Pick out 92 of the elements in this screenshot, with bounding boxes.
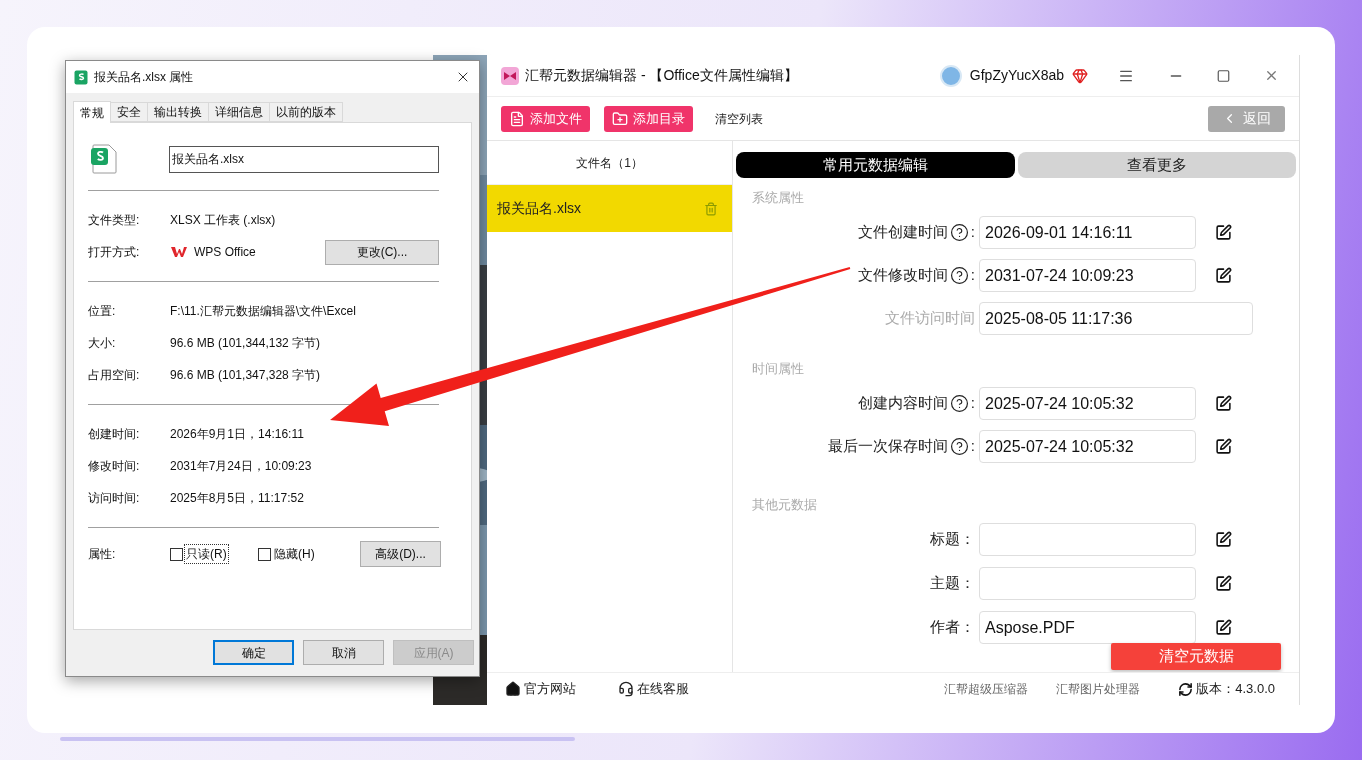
tab[interactable]: 输出转换 — [148, 102, 209, 122]
advanced-button[interactable]: 高级(D)... — [360, 541, 441, 567]
app-logo-icon — [170, 246, 188, 258]
metadata-field[interactable]: 2025-07-24 10:05:32 — [979, 387, 1196, 420]
field-label: 文件修改时间 — [857, 265, 948, 286]
tab[interactable]: 常规 — [73, 101, 111, 123]
user-name[interactable]: GfpZyYucX8ab — [969, 65, 1064, 86]
property-value: WPS Office — [194, 244, 256, 261]
checkbox[interactable] — [258, 547, 271, 561]
property-label: 文件类型: — [88, 212, 141, 229]
property-value: 96.6 MB (101,344,132 字节) — [170, 335, 321, 352]
clear-list-button[interactable]: 清空列表 — [715, 109, 763, 128]
field-label: 最后一次保存时间 — [827, 436, 948, 457]
footer-link[interactable]: 在线客服 — [618, 679, 689, 699]
file-name-field[interactable]: 报关品名.xlsx — [169, 145, 439, 173]
metadata-field[interactable] — [979, 567, 1196, 600]
edit-icon[interactable] — [1215, 531, 1232, 548]
metadata-field[interactable]: 2025-08-05 11:17:36 — [979, 302, 1253, 335]
home-icon — [505, 681, 521, 697]
metadata-field[interactable] — [979, 523, 1196, 556]
field-label: 文件创建时间 — [857, 222, 948, 243]
refresh-icon[interactable] — [1178, 681, 1194, 697]
field-label: 标题： — [930, 529, 975, 550]
edit-icon[interactable] — [1215, 267, 1232, 284]
property-label: 访问时间: — [88, 490, 141, 507]
field-label: 创建内容时间 — [857, 393, 948, 414]
property-label: 属性: — [88, 546, 117, 563]
metadata-field[interactable]: Aspose.PDF — [979, 611, 1196, 644]
product-link[interactable]: 汇帮超级压缩器 — [944, 680, 1029, 698]
file-name: 报关品名.xlsx — [497, 199, 581, 218]
label-colon: : — [970, 222, 975, 243]
property-value: XLSX 工作表 (.xlsx) — [170, 212, 276, 229]
property-label: 大小: — [88, 335, 117, 352]
checkbox-label[interactable]: 隐藏(H) — [272, 544, 317, 564]
tab[interactable]: 常用元数据编辑 — [736, 152, 1015, 178]
edit-icon[interactable] — [1215, 438, 1232, 455]
property-label: 创建时间: — [88, 426, 141, 443]
metadata-field[interactable]: 2026-09-01 14:16:11 — [979, 216, 1196, 249]
help-icon[interactable] — [949, 437, 969, 456]
tab[interactable]: 查看更多 — [1017, 152, 1296, 178]
property-value: 2031年7月24日，10:09:23 — [170, 458, 312, 475]
file-row[interactable]: 报关品名.xlsx — [487, 185, 732, 232]
headset-icon — [618, 681, 634, 697]
toolbar-button[interactable]: 添加文件 — [501, 105, 590, 132]
section-title: 系统属性 — [751, 190, 805, 206]
help-icon[interactable] — [949, 394, 969, 413]
property-value: F:\11.汇帮元数据编辑器\文件\Excel — [170, 303, 356, 320]
section-title: 其他元数据 — [751, 497, 818, 513]
property-label: 打开方式: — [88, 244, 141, 261]
help-icon[interactable] — [949, 266, 969, 285]
spreadsheet-file-icon — [90, 144, 118, 174]
edit-icon[interactable] — [1215, 395, 1232, 412]
app-logo-icon — [501, 66, 519, 85]
maximize-icon[interactable] — [1216, 68, 1231, 83]
window-title: 报关品名.xlsx 属性 — [94, 69, 194, 86]
property-value: 96.6 MB (101,347,328 字节) — [170, 367, 321, 384]
version-text: 版本：4.3.0.0 — [1196, 680, 1275, 699]
property-value: 2026年9月1日，14:16:11 — [170, 426, 304, 443]
edit-icon[interactable] — [1215, 575, 1232, 592]
tab[interactable]: 详细信息 — [209, 102, 270, 122]
property-label: 位置: — [88, 303, 117, 320]
dialog-button[interactable]: 取消 — [303, 640, 384, 665]
section-title: 时间属性 — [751, 361, 805, 377]
window-title: 汇帮元数据编辑器 - 【Office文件属性编辑】 — [525, 66, 798, 85]
change-button[interactable]: 更改(C)... — [325, 239, 439, 265]
field-label: 主题： — [930, 573, 975, 594]
add-folder-icon — [612, 110, 628, 127]
checkbox[interactable] — [170, 547, 183, 561]
field-label: 作者： — [930, 617, 975, 638]
property-value: 2025年8月5日，11:17:52 — [170, 490, 304, 507]
edit-icon[interactable] — [1215, 224, 1232, 241]
checkbox-label[interactable]: 只读(R) — [184, 544, 229, 564]
tab[interactable]: 以前的版本 — [270, 102, 343, 122]
edit-icon[interactable] — [1215, 619, 1232, 636]
property-label: 修改时间: — [88, 458, 141, 475]
label-colon: : — [970, 393, 975, 414]
diamond-icon[interactable] — [1072, 67, 1088, 84]
metadata-field[interactable]: 2025-07-24 10:05:32 — [979, 430, 1196, 463]
product-link[interactable]: 汇帮图片处理器 — [1056, 680, 1141, 698]
metadata-field[interactable]: 2031-07-24 10:09:23 — [979, 259, 1196, 292]
footer-link[interactable]: 官方网站 — [505, 679, 576, 699]
spreadsheet-file-icon — [74, 69, 88, 85]
label-colon: : — [970, 265, 975, 286]
label-colon: : — [970, 436, 975, 457]
property-label: 占用空间: — [88, 367, 141, 384]
tab[interactable]: 安全 — [111, 102, 148, 122]
add-file-icon — [509, 110, 525, 127]
help-icon[interactable] — [949, 223, 969, 242]
dialog-button[interactable]: 确定 — [213, 640, 294, 665]
toolbar-button[interactable]: 添加目录 — [604, 105, 693, 132]
field-label: 文件访问时间 — [885, 308, 975, 329]
clear-metadata-button[interactable]: 清空元数据 — [1111, 643, 1281, 670]
